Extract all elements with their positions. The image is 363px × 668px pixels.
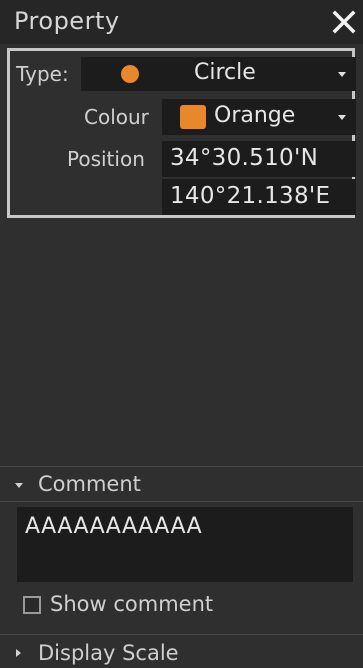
- display-scale-section-label: Display Scale: [38, 641, 179, 665]
- divider: [0, 634, 363, 635]
- type-select[interactable]: Circle: [81, 57, 356, 91]
- close-button[interactable]: [327, 5, 361, 39]
- chevron-down-icon: [338, 72, 346, 77]
- longitude-value: 140°21.138'E: [170, 183, 331, 209]
- colour-select[interactable]: Orange: [162, 99, 356, 135]
- comment-section-label: Comment: [38, 472, 141, 496]
- colour-value: Orange: [214, 103, 296, 128]
- expand-down-icon: [15, 483, 23, 488]
- comment-section-toggle[interactable]: Comment: [0, 468, 363, 502]
- circle-icon: [121, 65, 139, 83]
- position-label: Position: [67, 147, 145, 171]
- divider: [0, 501, 363, 502]
- type-label: Type:: [16, 62, 69, 86]
- latitude-field[interactable]: 34°30.510'N: [162, 141, 356, 177]
- panel-title: Property: [14, 7, 120, 35]
- comment-input[interactable]: AAAAAAAAAAA: [17, 507, 353, 582]
- colour-label: Colour: [84, 105, 149, 129]
- properties-group: Type: Circle Colour Orange Position 34°3…: [7, 48, 356, 218]
- divider: [0, 466, 363, 467]
- display-scale-section-toggle[interactable]: Display Scale: [0, 637, 363, 668]
- chevron-down-icon: [338, 115, 346, 120]
- expand-right-icon: [16, 649, 21, 657]
- panel-header: Property: [0, 0, 363, 44]
- show-comment-label[interactable]: Show comment: [50, 592, 213, 616]
- property-panel: Property Type: Circle Colour Orange Posi…: [0, 0, 363, 668]
- comment-text: AAAAAAAAAAA: [25, 514, 203, 539]
- longitude-field[interactable]: 140°21.138'E: [162, 179, 356, 215]
- latitude-value: 34°30.510'N: [170, 145, 319, 171]
- show-comment-checkbox[interactable]: [23, 596, 41, 614]
- colour-swatch: [180, 105, 206, 129]
- type-value: Circle: [194, 60, 256, 85]
- close-icon: [332, 10, 356, 34]
